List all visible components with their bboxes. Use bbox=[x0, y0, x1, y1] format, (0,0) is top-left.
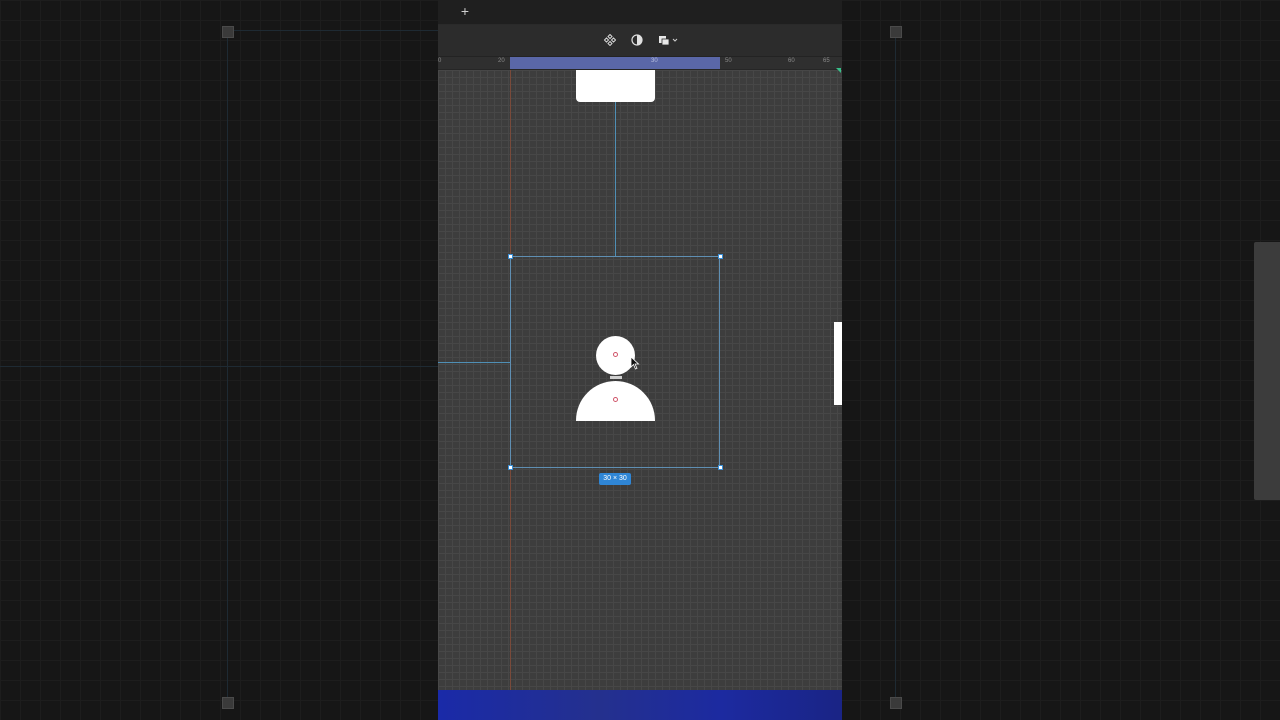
user-icon-gap bbox=[610, 376, 622, 379]
background-frame-edge-right bbox=[895, 30, 896, 702]
anchor-point[interactable] bbox=[613, 352, 618, 357]
design-editor: + 0 20 30 50 60 65 30 × 30 bbox=[438, 0, 842, 720]
ruler-tick-label: 20 bbox=[498, 58, 505, 64]
horizontal-ruler: 0 20 30 50 60 65 bbox=[438, 57, 842, 70]
shape-above-selection[interactable] bbox=[576, 70, 655, 102]
resize-handle-bottom-left[interactable] bbox=[508, 465, 513, 470]
resize-handle-top-right[interactable] bbox=[718, 254, 723, 259]
background-frame-handle bbox=[222, 26, 234, 38]
ruler-selection-range bbox=[510, 57, 720, 69]
background-frame-handle bbox=[890, 26, 902, 38]
add-button[interactable]: + bbox=[458, 3, 472, 19]
anchor-point[interactable] bbox=[613, 397, 618, 402]
ruler-tick-label: 60 bbox=[788, 58, 795, 64]
background-frame-handle bbox=[222, 697, 234, 709]
background-frame-handle bbox=[890, 697, 902, 709]
ruler-tick-label: 50 bbox=[725, 58, 732, 64]
scrollbar-thumb[interactable] bbox=[834, 322, 842, 405]
toolbar bbox=[438, 25, 842, 57]
background-side-panel bbox=[1254, 242, 1280, 500]
ruler-tick-label: 65 bbox=[823, 58, 830, 64]
component-icon[interactable] bbox=[601, 32, 619, 48]
background-frame-edge-top bbox=[227, 30, 438, 31]
alignment-guide bbox=[438, 362, 510, 363]
contrast-icon[interactable] bbox=[628, 32, 646, 48]
resize-handle-bottom-right[interactable] bbox=[718, 465, 723, 470]
boolean-shapes-icon[interactable] bbox=[656, 32, 682, 48]
ruler-corner-marker bbox=[836, 68, 841, 73]
bottom-bar bbox=[438, 690, 842, 720]
background-guide-line bbox=[0, 366, 438, 367]
size-badge: 30 × 30 bbox=[599, 473, 631, 485]
resize-handle-top-left[interactable] bbox=[508, 254, 513, 259]
background-frame-edge-left bbox=[227, 30, 228, 702]
ruler-tick-label: 0 bbox=[438, 58, 442, 64]
ruler-tick-label: 30 bbox=[651, 58, 658, 64]
top-bar: + bbox=[438, 0, 842, 25]
